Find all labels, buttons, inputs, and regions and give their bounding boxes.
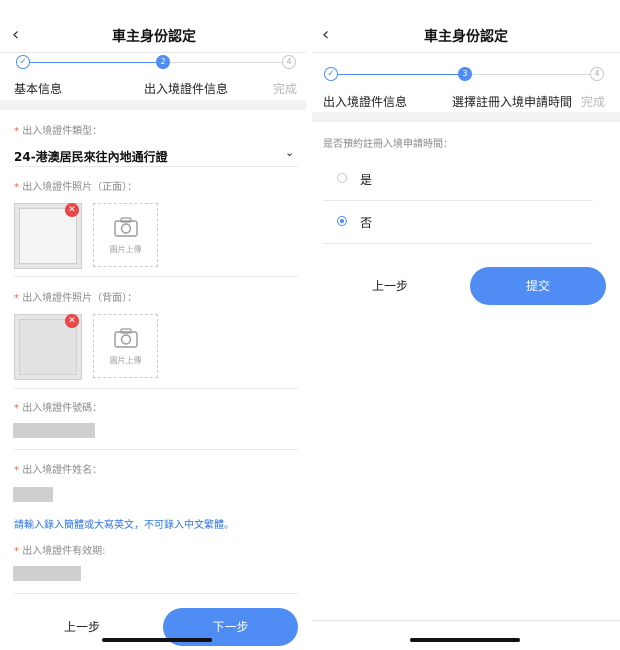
upload-text: 圖片上傳 xyxy=(109,245,142,254)
step-2-marker: 2 xyxy=(156,55,170,69)
step-connector-todo xyxy=(472,74,590,75)
field-divider xyxy=(14,166,298,167)
radio-no[interactable] xyxy=(337,216,347,226)
delete-photo-front-icon[interactable]: ✕ xyxy=(65,203,79,217)
step-2-label: 出入境證件信息 xyxy=(144,82,229,96)
page-title: 車主身份認定 xyxy=(424,29,508,45)
radio-yes[interactable] xyxy=(337,173,347,183)
step-3-marker: 3 xyxy=(458,67,472,81)
bottom-divider xyxy=(312,620,620,621)
option-divider xyxy=(323,200,593,201)
submit-button[interactable]: 提交 xyxy=(470,267,606,305)
step-4-marker: 4 xyxy=(282,55,296,69)
section-gap xyxy=(312,112,620,122)
back-chevron-left-icon[interactable]: ‹ xyxy=(322,24,329,45)
step-2-label: 出入境證件信息 xyxy=(323,95,408,109)
back-chevron-left-icon[interactable]: ‹ xyxy=(12,24,19,45)
step-4-label: 完成 xyxy=(273,82,298,96)
field-divider xyxy=(14,449,298,450)
upload-text: 圖片上傳 xyxy=(109,356,142,365)
doc-name-label: * 出入境證件姓名： xyxy=(14,465,103,476)
step-1-check-icon: ✓ xyxy=(16,55,30,69)
chevron-down-icon[interactable]: ⌄ xyxy=(285,146,294,159)
photo-back-label: * 出入境證件照片（背面）： xyxy=(14,293,138,304)
step-connector-todo xyxy=(170,62,282,63)
option-no-label[interactable]: 否 xyxy=(360,214,372,231)
section-gap xyxy=(0,100,306,110)
step-connector-done xyxy=(338,74,458,75)
photo-back-upload[interactable]: 圖片上傳 xyxy=(93,314,158,378)
home-indicator xyxy=(410,638,520,642)
camera-icon xyxy=(113,327,139,353)
option-divider xyxy=(323,243,593,244)
home-indicator xyxy=(102,638,212,642)
step-4-marker: 4 xyxy=(590,67,604,81)
field-divider xyxy=(14,593,298,594)
doc-number-input-redacted[interactable] xyxy=(13,423,95,438)
step-connector-done xyxy=(30,62,156,63)
page-title: 車主身份認定 xyxy=(112,29,196,45)
doc-number-label: * 出入境證件號碼： xyxy=(14,403,103,414)
photo-front-label: * 出入境證件照片（正面）： xyxy=(14,182,138,193)
prev-step-button[interactable]: 上一步 xyxy=(322,271,458,301)
step-1-label: 基本信息 xyxy=(14,82,63,96)
step-4-label: 完成 xyxy=(581,95,606,109)
field-divider xyxy=(14,276,298,277)
option-yes-label[interactable]: 是 xyxy=(360,171,372,188)
name-hint-text: 請輸入錄入簡體或大寫英文，不可錄入中文繁體。 xyxy=(14,520,234,531)
schedule-question: 是否預約註冊入境申請時間： xyxy=(323,139,453,150)
doc-type-select[interactable]: 24-港澳居民來往內地通行證 xyxy=(14,148,168,165)
doc-expiry-input-redacted[interactable] xyxy=(13,566,81,581)
camera-icon xyxy=(113,216,139,242)
field-divider xyxy=(14,388,298,389)
step-3-label: 選擇註冊入境申請時間 xyxy=(452,95,573,109)
photo-front-upload[interactable]: 圖片上傳 xyxy=(93,203,158,267)
doc-expiry-label: * 出入境證件有效期: xyxy=(14,546,106,557)
delete-photo-back-icon[interactable]: ✕ xyxy=(65,314,79,328)
doc-name-input-redacted[interactable] xyxy=(13,487,53,502)
doc-type-label: * 出入境證件類型： xyxy=(14,126,103,137)
step-2-check-icon: ✓ xyxy=(324,67,338,81)
header-divider xyxy=(312,52,620,53)
header-divider xyxy=(0,52,306,53)
